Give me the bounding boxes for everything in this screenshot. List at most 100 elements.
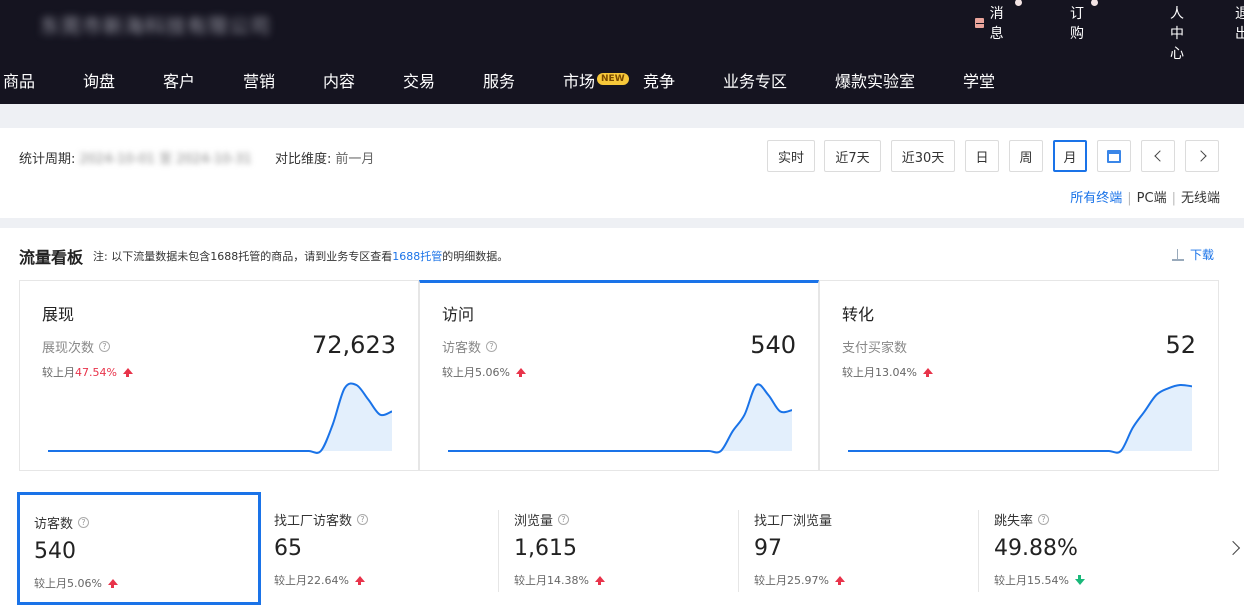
divider — [738, 510, 739, 592]
card-value: 72,623 — [312, 331, 396, 359]
range-7days-button[interactable]: 近7天 — [824, 140, 881, 172]
sparkline-chart — [448, 383, 792, 454]
compare-value: 22.64% — [307, 573, 349, 587]
terminal-wireless[interactable]: 无线端 — [1181, 191, 1220, 206]
kpi-bounce-rate[interactable]: 跳失率? 49.88% 较上月 15.54% — [980, 492, 1224, 605]
card-title: 转化 — [842, 305, 875, 324]
nav-business-zone[interactable]: 业务专区 — [723, 68, 787, 92]
compare-prefix: 较上月 — [274, 574, 307, 587]
nav-marketing[interactable]: 营销 — [243, 68, 275, 92]
compare-prefix: 较上月 — [842, 366, 875, 379]
kpi-factory-pageviews[interactable]: 找工厂浏览量 97 较上月 25.97% — [740, 492, 984, 605]
help-icon[interactable]: ? — [78, 517, 90, 528]
compare-value: 47.54% — [75, 365, 117, 379]
compare-prefix: 较上月 — [442, 366, 475, 379]
calendar-button[interactable] — [1097, 140, 1131, 172]
stat-period: 统计周期: 2024-10-01 至 2024-10-31 — [19, 148, 252, 167]
kpi-value: 65 — [274, 536, 302, 561]
nav-customers[interactable]: 客户 — [163, 68, 195, 92]
kpi-compare: 较上月 25.97% — [754, 572, 845, 588]
help-icon[interactable]: ? — [99, 341, 111, 352]
hosted-link[interactable]: 1688托管 — [392, 250, 442, 263]
sparkline-chart — [848, 383, 1192, 454]
range-realtime-button[interactable]: 实时 — [767, 140, 815, 172]
download-icon — [1171, 248, 1184, 261]
card-title: 展现 — [42, 305, 75, 324]
metric-card-visits[interactable]: 访问 访客数? 540 较上月 5.06% — [419, 280, 819, 471]
range-week-button[interactable]: 周 — [1009, 140, 1043, 172]
kpi-compare: 较上月 14.38% — [514, 572, 605, 588]
nav-academy[interactable]: 学堂 — [963, 68, 995, 92]
arrow-up-icon — [922, 368, 933, 377]
nav-market[interactable]: 市场 NEW — [563, 68, 629, 92]
metric-card-conversion[interactable]: 转化 支付买家数 52 较上月 13.04% — [819, 280, 1219, 471]
terminal-pc[interactable]: PC端 — [1137, 191, 1167, 206]
card-label-text: 支付买家数 — [842, 341, 908, 356]
compare-label: 对比维度: — [275, 152, 332, 167]
card-compare: 较上月 47.54% — [42, 364, 133, 380]
terminal-all[interactable]: 所有终端 — [1070, 191, 1122, 206]
kpi-label: 跳失率? — [994, 510, 1050, 529]
card-title: 访问 — [442, 305, 475, 324]
subscribe-link[interactable]: 订购 — [1070, 0, 1098, 43]
nav-products[interactable]: 商品 — [3, 68, 35, 92]
note-suffix: 的明细数据。 — [442, 250, 509, 263]
personal-center-link[interactable]: 个人中心 — [1170, 0, 1184, 63]
terminal-switch: 所有终端 | PC端 | 无线端 — [1070, 187, 1220, 206]
divider — [978, 510, 979, 592]
download-label: 下载 — [1189, 248, 1214, 262]
card-label: 支付买家数 — [842, 337, 907, 356]
filter-panel: 统计周期: 2024-10-01 至 2024-10-31 对比维度: 前一月 实时… — [0, 128, 1244, 218]
nav-hot-lab[interactable]: 爆款实验室 — [835, 68, 915, 92]
card-label-text: 展现次数 — [42, 341, 95, 356]
range-month-button[interactable]: 月 — [1053, 140, 1087, 172]
kpi-compare: 较上月 22.64% — [274, 572, 365, 588]
nav-inquiries[interactable]: 询盘 — [83, 68, 115, 92]
nav-trade[interactable]: 交易 — [403, 68, 435, 92]
range-30days-button[interactable]: 近30天 — [891, 140, 955, 172]
next-period-button[interactable] — [1185, 140, 1219, 172]
personal-center-label: 个人中心 — [1170, 0, 1184, 62]
compare-value: 25.97% — [787, 573, 829, 587]
kpi-pageviews[interactable]: 浏览量? 1,615 较上月 14.38% — [500, 492, 744, 605]
range-day-button[interactable]: 日 — [965, 140, 999, 172]
card-value: 52 — [1165, 331, 1196, 359]
prev-period-button[interactable] — [1141, 140, 1175, 172]
kpi-visitors[interactable]: 访客数? 540 较上月 5.06% — [17, 492, 261, 605]
compare-value: 15.54% — [1027, 573, 1069, 587]
help-icon[interactable]: ? — [558, 514, 570, 525]
card-label-text: 访客数 — [442, 341, 482, 356]
logout-link[interactable]: 退出 — [1235, 3, 1244, 43]
nav-content[interactable]: 内容 — [323, 68, 355, 92]
card-label: 访客数? — [442, 337, 498, 356]
compare-dimension: 对比维度: 前一月 — [275, 148, 374, 167]
card-compare: 较上月 13.04% — [842, 364, 933, 380]
divider — [498, 510, 499, 592]
compare-value: 13.04% — [875, 365, 917, 379]
help-icon[interactable]: ? — [1038, 514, 1050, 525]
kpi-factory-visitors[interactable]: 找工厂访客数? 65 较上月 22.64% — [260, 492, 504, 605]
compare-value: 5.06% — [67, 576, 102, 590]
nav-service[interactable]: 服务 — [483, 68, 515, 92]
download-button[interactable]: 下载 — [1171, 246, 1214, 263]
compare-prefix: 较上月 — [514, 574, 547, 587]
help-icon[interactable]: ? — [486, 341, 498, 352]
chevron-left-icon — [1153, 150, 1166, 162]
compare-value: 14.38% — [547, 573, 589, 587]
arrow-up-icon — [515, 368, 526, 377]
notification-dot — [1015, 0, 1022, 6]
metric-card-impressions[interactable]: 展现 展现次数? 72,623 较上月 47.54% — [19, 280, 419, 471]
nav-competition[interactable]: 竞争 — [643, 68, 675, 92]
nav-market-label: 市场 — [563, 72, 596, 91]
kpi-label: 找工厂访客数? — [274, 510, 369, 529]
help-icon[interactable]: ? — [357, 514, 369, 525]
sparkline-area — [48, 383, 392, 453]
logout-label: 退出 — [1235, 6, 1244, 42]
top-header: 东莞市新海科技有限公司 消息 订购 个人中心 退出 商品 询盘 客户 营销 内容… — [0, 0, 1244, 104]
sparkline-area — [448, 384, 792, 453]
kpi-label: 找工厂浏览量 — [754, 510, 832, 529]
card-label: 展现次数? — [42, 337, 111, 356]
sparkline-chart — [48, 382, 392, 454]
messages-link[interactable]: 消息 — [975, 0, 1022, 43]
compare-value[interactable]: 前一月 — [335, 152, 374, 167]
